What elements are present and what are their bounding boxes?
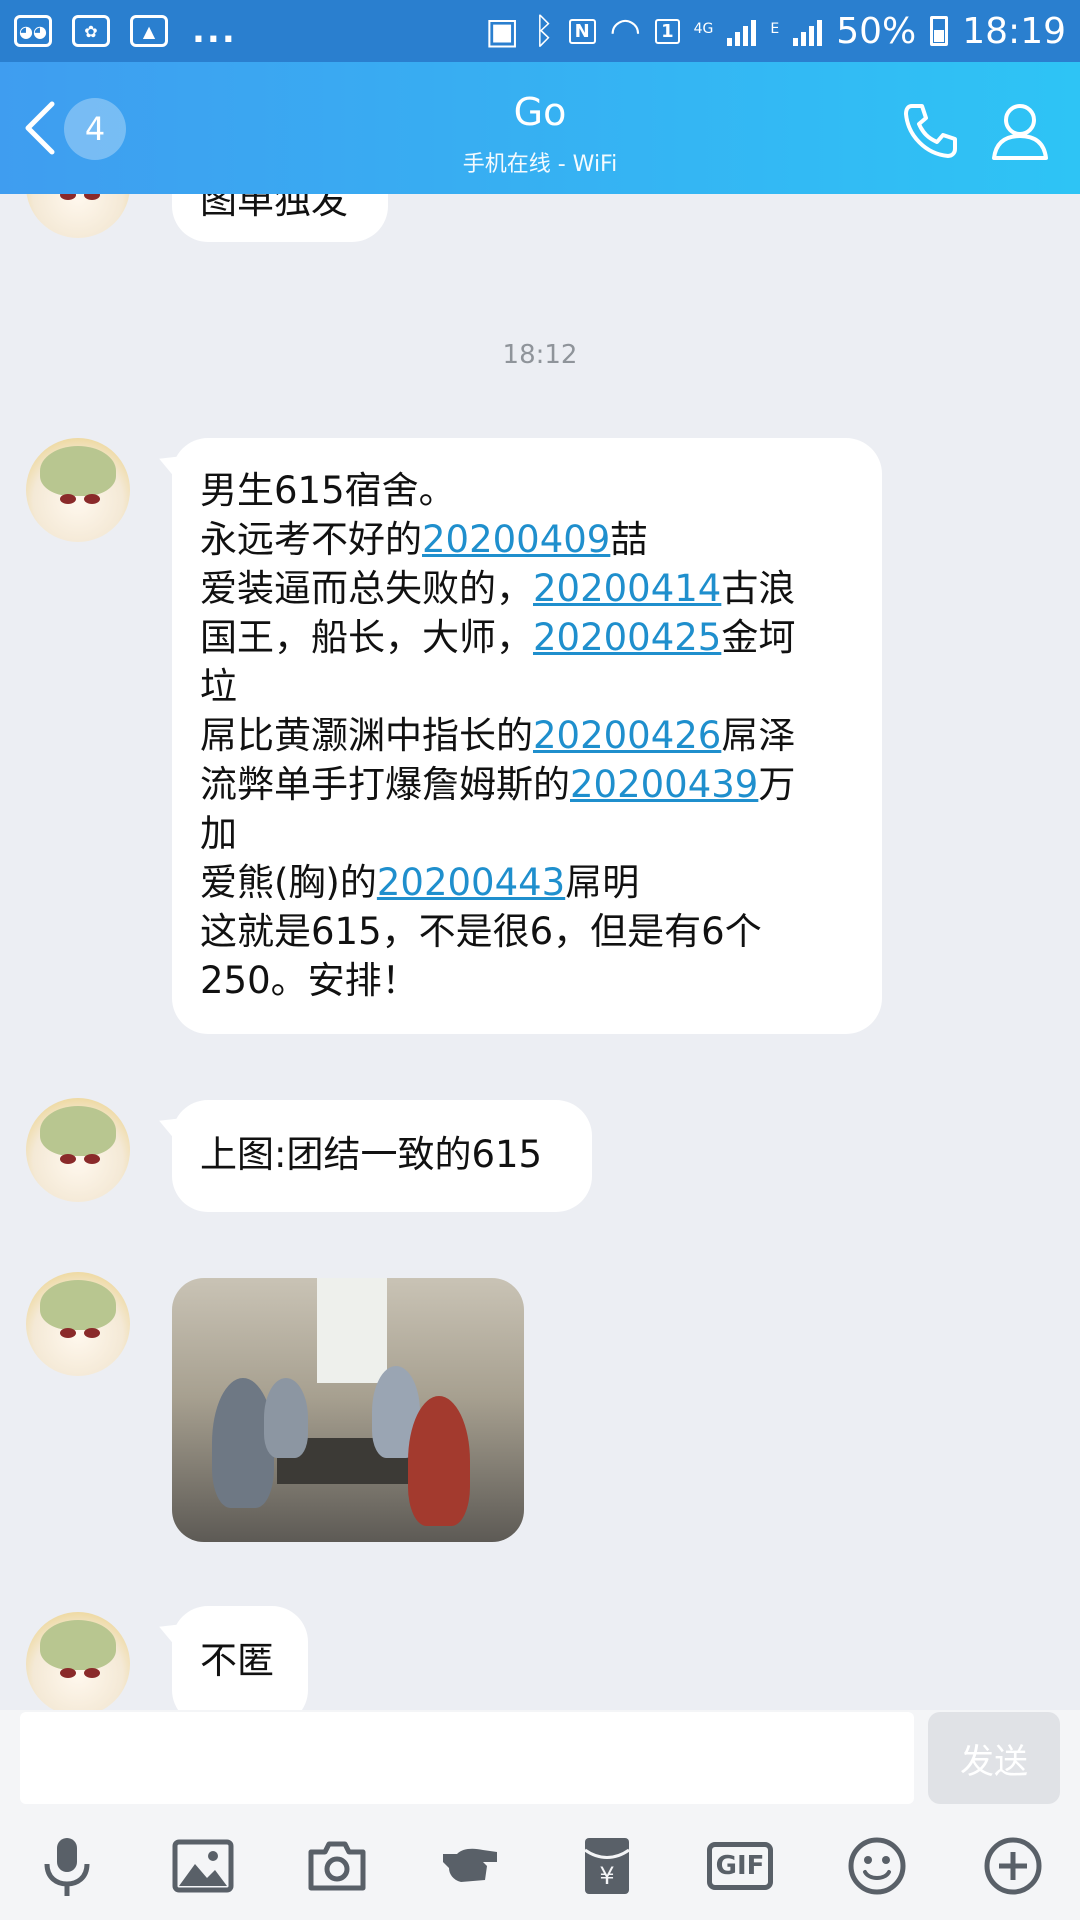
message-line: 屌比黄灏渊中指长的20200426屌泽 (200, 711, 854, 760)
message-line: 这就是615，不是很6，但是有6个 (200, 907, 854, 956)
message-segment: 垃 (200, 665, 237, 708)
camera-button[interactable] (302, 1834, 372, 1898)
message-segment: 屌泽 (721, 714, 796, 757)
gallery-button[interactable] (168, 1834, 238, 1898)
gif-button[interactable]: GIF (700, 1834, 780, 1898)
message-segment: 永远考不好的 (200, 518, 422, 561)
message-text: 不匿 (200, 1639, 274, 1682)
svg-text:¥: ¥ (599, 1862, 614, 1890)
signal-icon (727, 16, 757, 46)
bluetooth-icon: ᛒ (532, 10, 555, 52)
number-link[interactable]: 20200414 (533, 567, 721, 610)
clock: 18:19 (962, 10, 1066, 52)
network-type-e: E (770, 20, 780, 37)
baidu-icon: ✿ (72, 15, 110, 47)
message-text: 上图:团结一致的615 (200, 1133, 543, 1176)
message-line: 加 (200, 809, 854, 858)
message-bubble[interactable]: 不匿 (172, 1606, 308, 1710)
message-line: 永远考不好的20200409喆 (200, 515, 854, 564)
emoji-button[interactable] (842, 1834, 912, 1898)
red-envelope-button[interactable]: ¥ (572, 1834, 642, 1898)
microphone-icon (44, 1838, 90, 1896)
message-input[interactable] (20, 1712, 914, 1804)
battery-icon (930, 16, 949, 46)
contact-avatar[interactable] (26, 1612, 130, 1710)
image-icon: ▲ (130, 15, 168, 47)
battery-saver-icon: ▣ (484, 10, 519, 52)
message-text: 男生615宿舍。 永远考不好的20200409喆 爱装逼而总失败的，20200414… (200, 466, 854, 1005)
network-type: 4G (693, 20, 714, 37)
input-toolbar: ¥ GIF (0, 1810, 1080, 1920)
person-icon (992, 104, 1048, 160)
wechat-icon: ◕◕ (14, 15, 52, 47)
poke-icon (443, 1848, 497, 1882)
contact-avatar[interactable] (26, 1098, 130, 1202)
message-line: 流弊单手打爆詹姆斯的20200439万 (200, 760, 854, 809)
notification-more: ... (192, 11, 237, 51)
message-segment: 爱熊(胸)的 (200, 861, 377, 904)
send-button[interactable]: 发送 (928, 1712, 1060, 1804)
message-line: 250。安排！ (200, 956, 854, 1005)
wifi-icon: ◠ (609, 10, 642, 52)
camera-icon (308, 1841, 366, 1891)
message-list[interactable]: 图单独发 18:12 男生615宿舍。 永远考不好的20200409喆 爱装逼而总失… (0, 194, 1080, 1710)
message-segment: 国王，船长，大师， (200, 616, 533, 659)
plus-icon (984, 1837, 1042, 1895)
number-link[interactable]: 20200426 (533, 714, 721, 757)
voice-button[interactable] (32, 1834, 102, 1898)
message-line: 男生615宿舍。 (200, 466, 854, 515)
profile-button[interactable] (988, 98, 1052, 162)
photo-message[interactable] (172, 1278, 524, 1542)
sim-indicator: 1 (655, 18, 680, 44)
number-link[interactable]: 20200409 (422, 518, 610, 561)
status-bar: ◕◕ ✿ ▲ ... ▣ ᛒ N ◠ 1 4G E 50% 18:19 (0, 0, 1080, 62)
battery-percent: 50% (836, 10, 917, 52)
message-bubble[interactable]: 男生615宿舍。 永远考不好的20200409喆 爱装逼而总失败的，20200414… (172, 438, 882, 1034)
chat-header: 4 Go 手机在线 - WiFi (0, 62, 1080, 194)
number-link[interactable]: 20200439 (570, 763, 758, 806)
contact-avatar[interactable] (26, 194, 130, 238)
message-segment: 万 (758, 763, 796, 806)
red-envelope-icon: ¥ (584, 1838, 630, 1894)
number-link[interactable]: 20200443 (377, 861, 565, 904)
nfc-icon: N (568, 18, 596, 44)
number-link[interactable]: 20200425 (533, 616, 721, 659)
message-line: 爱装逼而总失败的，20200414古浪 (200, 564, 854, 613)
message-segment: 加 (200, 812, 237, 855)
contact-avatar[interactable] (26, 438, 130, 542)
poke-button[interactable] (436, 1834, 506, 1898)
message-timestamp: 18:12 (502, 340, 578, 370)
message-segment: 屌明 (565, 861, 640, 904)
message-segment: 爱装逼而总失败的， (200, 567, 533, 610)
message-bubble[interactable]: 上图:团结一致的615 (172, 1100, 592, 1212)
more-button[interactable] (978, 1834, 1048, 1898)
message-line: 垃 (200, 662, 854, 711)
message-segment: 屌比黄灏渊中指长的 (200, 714, 533, 757)
message-segment: 古浪 (721, 567, 796, 610)
message-segment: 男生615宿舍。 (200, 469, 456, 512)
message-bubble-partial[interactable]: 图单独发 (172, 194, 388, 242)
message-line: 爱熊(胸)的20200443屌明 (200, 858, 854, 907)
contact-avatar[interactable] (26, 1272, 130, 1376)
image-icon (172, 1839, 234, 1893)
signal-icon-2 (793, 16, 823, 46)
message-segment: 金坷 (721, 616, 796, 659)
input-bar: 发送 (0, 1710, 1080, 1810)
message-text: 图单独发 (200, 194, 348, 222)
phone-icon (904, 104, 957, 158)
emoji-icon (848, 1837, 906, 1895)
message-line: 国王，船长，大师，20200425金坷 (200, 613, 854, 662)
call-button[interactable] (898, 98, 962, 162)
message-segment: 喆 (610, 518, 648, 561)
message-segment: 这就是615，不是很6，但是有6个 (200, 910, 762, 953)
message-segment: 流弊单手打爆詹姆斯的 (200, 763, 570, 806)
message-segment: 250。安排！ (200, 959, 419, 1002)
gif-icon: GIF (706, 1842, 774, 1890)
